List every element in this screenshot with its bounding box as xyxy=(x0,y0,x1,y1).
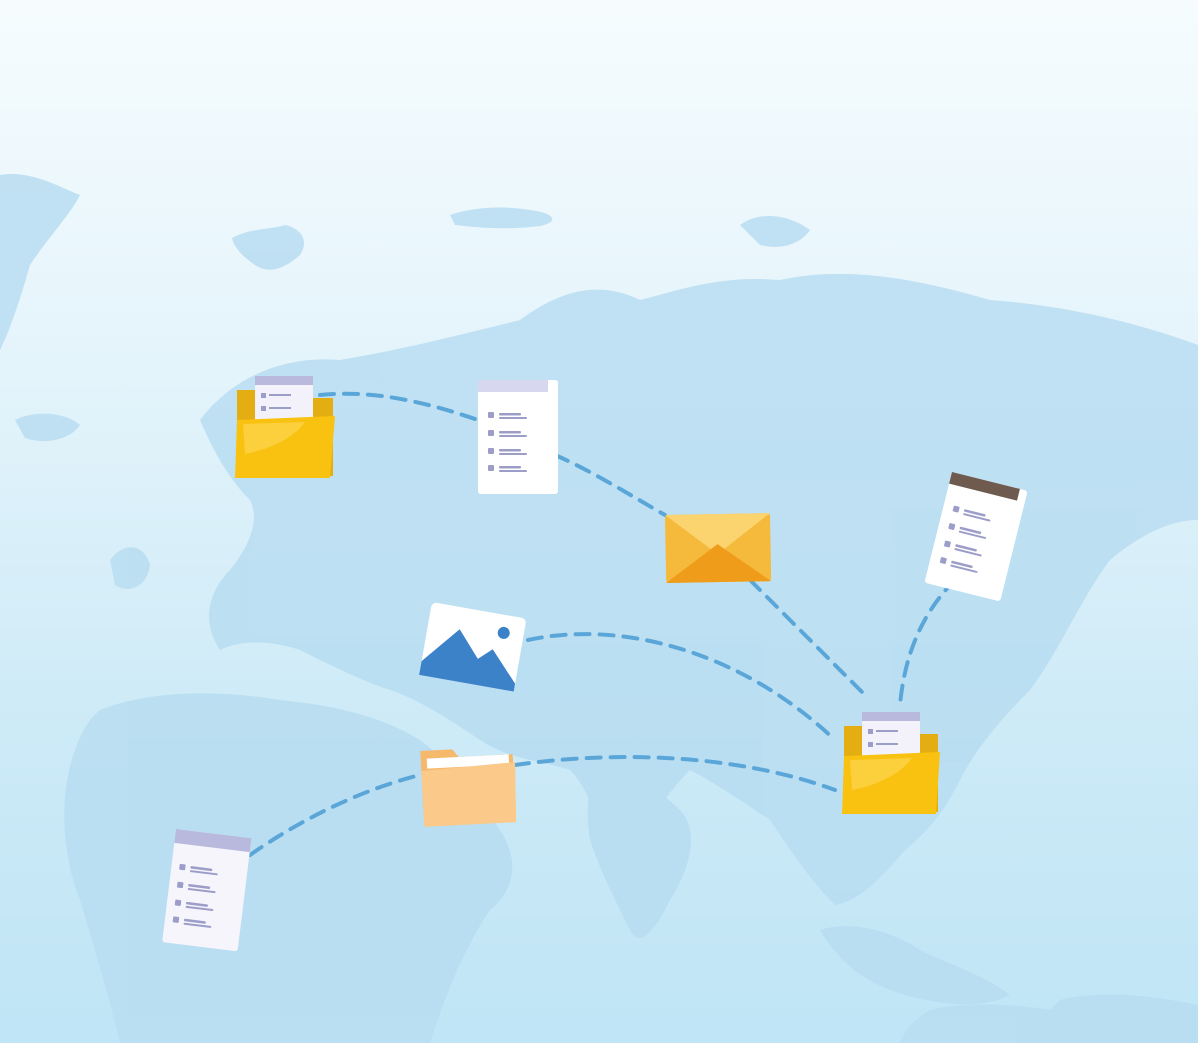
arctic-islands xyxy=(450,207,553,229)
svalbard-landmass xyxy=(232,225,305,270)
document-icon xyxy=(162,829,252,952)
africa-landmass xyxy=(64,693,513,1043)
world-map-illustration xyxy=(0,0,1198,1043)
envelope-icon xyxy=(665,513,772,583)
severnaya-landmass xyxy=(740,215,810,247)
folder-icon xyxy=(420,749,517,827)
iceland-landmass xyxy=(15,413,80,442)
uk-landmass xyxy=(110,547,150,589)
greenland-landmass xyxy=(0,174,80,350)
document-icon xyxy=(478,380,558,494)
australia-landmass xyxy=(1040,994,1198,1043)
southeast-asia-islands xyxy=(820,926,1010,1005)
india-landmass xyxy=(587,760,691,939)
